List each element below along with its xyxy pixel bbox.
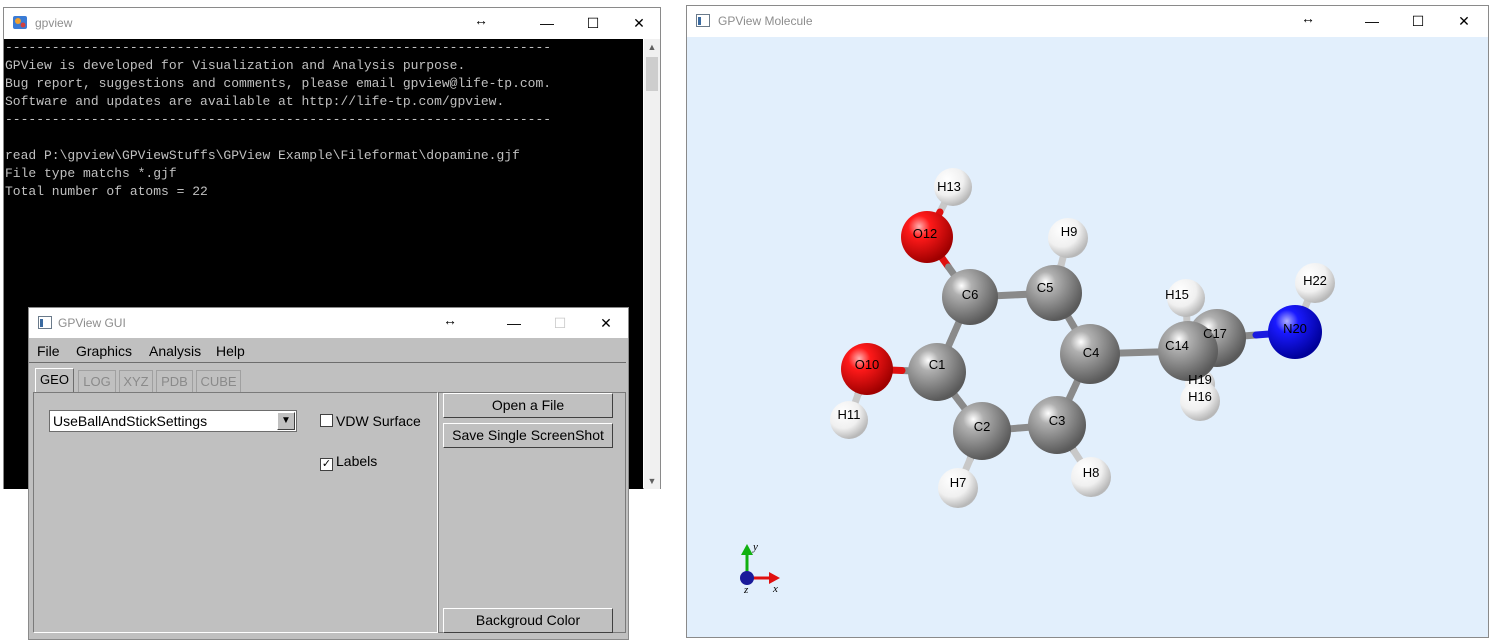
axis-y-label: y xyxy=(752,541,758,553)
menu-help[interactable]: Help xyxy=(216,343,245,359)
labels-checkbox[interactable]: ✓ Labels xyxy=(320,453,377,471)
gui-title: GPView GUI xyxy=(58,316,126,330)
settings-dropdown[interactable]: UseBallAndStickSettings ▼ xyxy=(49,410,297,432)
console-titlebar[interactable]: gpview ↔ — ☐ ✕ xyxy=(4,8,660,38)
window-app-icon xyxy=(38,316,52,329)
atom-label: C2 xyxy=(974,419,991,434)
console-title: gpview xyxy=(35,16,73,30)
minimize-button[interactable]: — xyxy=(491,308,537,338)
atom-label: C1 xyxy=(929,357,946,372)
atom-label: H9 xyxy=(1061,224,1078,239)
axes-indicator: y x z xyxy=(740,541,780,596)
tab-cube[interactable]: CUBE xyxy=(196,370,241,392)
tab-log[interactable]: LOG xyxy=(78,370,116,392)
atom-label: O12 xyxy=(913,226,938,241)
axis-z-label: z xyxy=(743,584,749,596)
axis-x-label: x xyxy=(772,583,778,595)
atom-label: C5 xyxy=(1037,280,1054,295)
gui-titlebar[interactable]: GPView GUI ↔ — ☐ ✕ xyxy=(29,308,628,338)
atom-label: H7 xyxy=(950,475,967,490)
menu-file[interactable]: File xyxy=(37,343,60,359)
resize-icon: ↔ xyxy=(1301,10,1315,26)
molecule-titlebar[interactable]: GPView Molecule ↔ — ☐ ✕ xyxy=(687,6,1488,36)
vdw-surface-checkbox[interactable]: VDW Surface xyxy=(320,413,421,429)
molecule-scene[interactable]: H19 H16 H22 H15 C17 C14 N20 H13 O12 H9 C6 C5 C4 O10 C1… xyxy=(687,37,1488,637)
atom-label: C17 xyxy=(1203,326,1227,341)
settings-dropdown-value: UseBallAndStickSettings xyxy=(53,413,208,429)
window-app-icon xyxy=(696,14,710,27)
tab-geo[interactable]: GEO xyxy=(35,368,74,392)
checkbox-icon[interactable]: ✓ xyxy=(320,458,333,471)
gpview-app-icon xyxy=(13,16,27,29)
background-color-button[interactable]: Backgroud Color xyxy=(443,608,613,633)
close-button[interactable]: ✕ xyxy=(616,8,662,38)
atom-label: C4 xyxy=(1083,345,1100,360)
menu-analysis[interactable]: Analysis xyxy=(149,343,201,359)
atom-label: H15 xyxy=(1165,287,1189,302)
close-button[interactable]: ✕ xyxy=(583,308,629,338)
atom-c1 xyxy=(908,343,966,401)
atom-label: C6 xyxy=(962,287,979,302)
atom-label: C3 xyxy=(1049,413,1066,428)
minimize-button[interactable]: — xyxy=(1349,6,1395,36)
atom-label: H11 xyxy=(838,407,861,422)
chevron-down-icon[interactable]: ▼ xyxy=(277,412,295,430)
atom-label: H13 xyxy=(937,179,961,194)
close-button[interactable]: ✕ xyxy=(1441,6,1487,36)
atom-label: H16 xyxy=(1188,389,1212,404)
menu-bar: File Graphics Analysis Help xyxy=(29,338,626,363)
molecule-viewport[interactable]: H19 H16 H22 H15 C17 C14 N20 H13 O12 H9 C6 C5 C4 O10 C1… xyxy=(687,37,1488,637)
maximize-button[interactable]: ☐ xyxy=(570,8,616,38)
atom-label: N20 xyxy=(1283,321,1307,336)
open-file-button[interactable]: Open a File xyxy=(443,393,613,418)
atom-label: O10 xyxy=(855,357,880,372)
gui-window: GPView GUI ↔ — ☐ ✕ File Graphics Analysi… xyxy=(28,307,629,640)
tab-xyz[interactable]: XYZ xyxy=(119,370,153,392)
molecule-title: GPView Molecule xyxy=(718,14,813,28)
save-screenshot-button[interactable]: Save Single ScreenShot xyxy=(443,423,613,448)
console-scrollbar[interactable]: ▲ ▼ xyxy=(644,39,660,489)
scroll-thumb[interactable] xyxy=(646,57,658,91)
scroll-down-icon[interactable]: ▼ xyxy=(644,473,660,489)
menu-graphics[interactable]: Graphics xyxy=(76,343,132,359)
atom-label: H19 xyxy=(1188,372,1212,387)
resize-icon: ↔ xyxy=(443,312,457,328)
labels-label: Labels xyxy=(336,453,378,469)
atom-label: H8 xyxy=(1083,465,1100,480)
vdw-surface-label: VDW Surface xyxy=(336,413,421,429)
molecule-window: GPView Molecule ↔ — ☐ ✕ H19 H16 H22 H15 … xyxy=(686,5,1489,638)
atom-label: C14 xyxy=(1165,338,1189,353)
minimize-button[interactable]: — xyxy=(524,8,570,38)
tab-pdb[interactable]: PDB xyxy=(156,370,193,392)
maximize-button[interactable]: ☐ xyxy=(1395,6,1441,36)
checkbox-icon[interactable] xyxy=(320,414,333,427)
console-text: ----------------------------------------… xyxy=(5,40,552,199)
maximize-button: ☐ xyxy=(553,315,567,331)
scroll-up-icon[interactable]: ▲ xyxy=(644,39,660,55)
resize-icon: ↔ xyxy=(474,12,488,28)
atom-label: H22 xyxy=(1303,273,1327,288)
atom-c5 xyxy=(1026,265,1082,321)
